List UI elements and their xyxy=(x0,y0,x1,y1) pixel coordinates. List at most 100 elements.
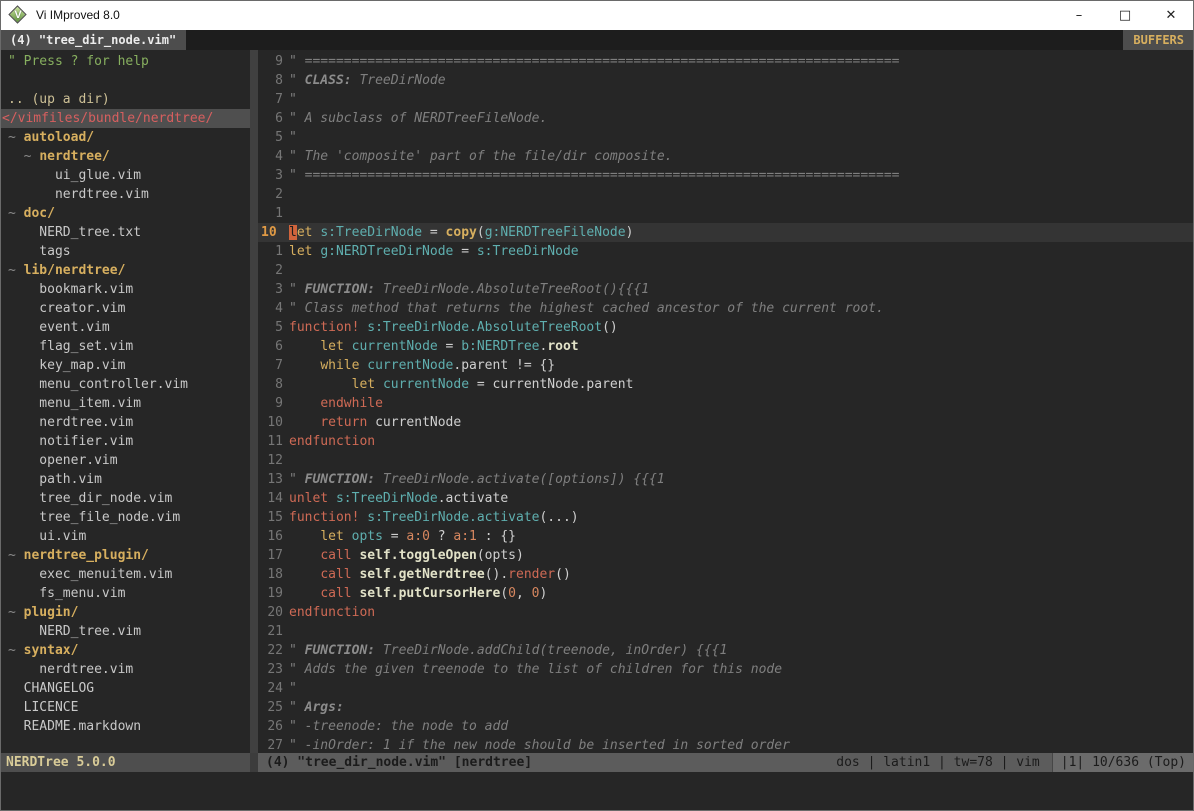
tree-file-path[interactable]: path.vim xyxy=(0,470,250,489)
code-line[interactable]: 2 xyxy=(258,185,1194,204)
code-line[interactable]: 24" xyxy=(258,679,1194,698)
line-text: call self.getNerdtree().render() xyxy=(289,565,571,584)
tree-dir-autoload-nerdtree[interactable]: ~ nerdtree/ xyxy=(0,147,250,166)
code-line[interactable]: 26" -treenode: the node to add xyxy=(258,717,1194,736)
code-line[interactable]: 27" -inOrder: 1 if the new node should b… xyxy=(258,736,1194,753)
text-segment xyxy=(8,149,24,164)
text-segment: ) xyxy=(626,225,634,240)
tree-help-line[interactable]: " Press ? for help xyxy=(0,52,250,71)
code-line[interactable]: 2 xyxy=(258,261,1194,280)
code-line[interactable]: 1let g:NERDTreeDirNode = s:TreeDirNode xyxy=(258,242,1194,261)
tree-file-licence[interactable]: LICENCE xyxy=(0,698,250,717)
text-segment: " ======================================… xyxy=(289,168,899,183)
code-line[interactable]: 5function! s:TreeDirNode.AbsoluteTreeRoo… xyxy=(258,318,1194,337)
line-text: " FUNCTION: TreeDirNode.AbsoluteTreeRoot… xyxy=(289,280,649,299)
tree-dir-autoload[interactable]: ~ autoload/ xyxy=(0,128,250,147)
text-segment: function! xyxy=(289,510,359,525)
code-line[interactable]: 9 endwhile xyxy=(258,394,1194,413)
tree-dir-doc[interactable]: ~ doc/ xyxy=(0,204,250,223)
code-line[interactable]: 9" =====================================… xyxy=(258,52,1194,71)
text-segment: autoload/ xyxy=(24,130,94,145)
tree-file-changelog[interactable]: CHANGELOG xyxy=(0,679,250,698)
tree-file-bookmark[interactable]: bookmark.vim xyxy=(0,280,250,299)
tree-file-tree-dir-node[interactable]: tree_dir_node.vim xyxy=(0,489,250,508)
tree-dir-plugin[interactable]: ~ plugin/ xyxy=(0,603,250,622)
code-line[interactable]: 13" FUNCTION: TreeDirNode.activate([opti… xyxy=(258,470,1194,489)
text-segment: 0 xyxy=(508,586,516,601)
tree-up-dir[interactable]: .. (up a dir) xyxy=(0,90,250,109)
line-text: let opts = a:0 ? a:1 : {} xyxy=(289,527,516,546)
text-segment: let xyxy=(352,377,375,392)
tree-file-ui-glue[interactable]: ui_glue.vim xyxy=(0,166,250,185)
code-line[interactable]: 22" FUNCTION: TreeDirNode.addChild(treen… xyxy=(258,641,1194,660)
tree-file-opener[interactable]: opener.vim xyxy=(0,451,250,470)
tree-file-syntax-nerdtree[interactable]: nerdtree.vim xyxy=(0,660,250,679)
tree-file-nerd-tree-txt[interactable]: NERD_tree.txt xyxy=(0,223,250,242)
line-number: 7 xyxy=(258,356,289,375)
code-line[interactable]: 6" A subclass of NERDTreeFileNode. xyxy=(258,109,1194,128)
text-segment: = xyxy=(438,339,461,354)
window-separator[interactable] xyxy=(250,50,258,753)
tree-root-path[interactable]: </vimfiles/bundle/nerdtree/ xyxy=(0,109,250,128)
line-number: 9 xyxy=(258,394,289,413)
tree-file-lib-nerdtree-vim[interactable]: nerdtree.vim xyxy=(0,413,250,432)
tree-file-event[interactable]: event.vim xyxy=(0,318,250,337)
code-line[interactable]: 19 call self.putCursorHere(0, 0) xyxy=(258,584,1194,603)
code-line[interactable]: 10 return currentNode xyxy=(258,413,1194,432)
tree-file-flag-set[interactable]: flag_set.vim xyxy=(0,337,250,356)
tree-file-key-map[interactable]: key_map.vim xyxy=(0,356,250,375)
tree-dir-nerdtree-plugin[interactable]: ~ nerdtree_plugin/ xyxy=(0,546,250,565)
code-line[interactable]: 8 let currentNode = currentNode.parent xyxy=(258,375,1194,394)
code-line[interactable]: 6 let currentNode = b:NERDTree.root xyxy=(258,337,1194,356)
code-line[interactable]: 7" xyxy=(258,90,1194,109)
code-line[interactable]: 21 xyxy=(258,622,1194,641)
code-line[interactable]: 14unlet s:TreeDirNode.activate xyxy=(258,489,1194,508)
tree-file-nerd-tree-vim[interactable]: NERD_tree.vim xyxy=(0,622,250,641)
text-segment: endfunction xyxy=(289,434,375,449)
code-line[interactable]: 8" CLASS: TreeDirNode xyxy=(258,71,1194,90)
line-text: " Class method that returns the highest … xyxy=(289,299,884,318)
code-line[interactable]: 4" Class method that returns the highest… xyxy=(258,299,1194,318)
code-line-current[interactable]: 10let s:TreeDirNode = copy(g:NERDTreeFil… xyxy=(258,223,1194,242)
text-segment: ~ xyxy=(24,149,40,164)
minimize-button[interactable]: – xyxy=(1056,0,1102,30)
code-line[interactable]: 16 let opts = a:0 ? a:1 : {} xyxy=(258,527,1194,546)
code-line[interactable]: 17 call self.toggleOpen(opts) xyxy=(258,546,1194,565)
tab-tree-dir-node[interactable]: (4) "tree_dir_node.vim" xyxy=(0,30,186,50)
tree-file-menu-controller[interactable]: menu_controller.vim xyxy=(0,375,250,394)
text-segment: nerdtree/ xyxy=(39,149,109,164)
tree-dir-lib-nerdtree[interactable]: ~ lib/nerdtree/ xyxy=(0,261,250,280)
text-segment: call xyxy=(320,567,351,582)
code-line[interactable]: 18 call self.getNerdtree().render() xyxy=(258,565,1194,584)
line-text: " ======================================… xyxy=(289,166,899,185)
command-line[interactable] xyxy=(0,772,1194,811)
tree-dir-syntax[interactable]: ~ syntax/ xyxy=(0,641,250,660)
line-number: 8 xyxy=(258,71,289,90)
code-line[interactable]: 12 xyxy=(258,451,1194,470)
code-line[interactable]: 20endfunction xyxy=(258,603,1194,622)
code-line[interactable]: 3" FUNCTION: TreeDirNode.AbsoluteTreeRoo… xyxy=(258,280,1194,299)
line-number: 5 xyxy=(258,318,289,337)
close-button[interactable]: ✕ xyxy=(1148,0,1194,30)
code-line[interactable]: 5" xyxy=(258,128,1194,147)
tree-file-exec-menuitem[interactable]: exec_menuitem.vim xyxy=(0,565,250,584)
maximize-button[interactable]: □ xyxy=(1102,0,1148,30)
code-line[interactable]: 7 while currentNode.parent != {} xyxy=(258,356,1194,375)
code-line[interactable]: 3" =====================================… xyxy=(258,166,1194,185)
code-line[interactable]: 25" Args: xyxy=(258,698,1194,717)
code-line[interactable]: 23" Adds the given treenode to the list … xyxy=(258,660,1194,679)
code-line[interactable]: 15function! s:TreeDirNode.activate(...) xyxy=(258,508,1194,527)
tree-file-notifier[interactable]: notifier.vim xyxy=(0,432,250,451)
tree-file-tree-file-node[interactable]: tree_file_node.vim xyxy=(0,508,250,527)
tree-file-ui[interactable]: ui.vim xyxy=(0,527,250,546)
tree-file-creator[interactable]: creator.vim xyxy=(0,299,250,318)
tree-file-autoload-nerdtree-vim[interactable]: nerdtree.vim xyxy=(0,185,250,204)
code-line[interactable]: 11endfunction xyxy=(258,432,1194,451)
tree-file-fs-menu[interactable]: fs_menu.vim xyxy=(0,584,250,603)
tree-file-tags[interactable]: tags xyxy=(0,242,250,261)
tree-file-readme[interactable]: README.markdown xyxy=(0,717,250,736)
code-line[interactable]: 1 xyxy=(258,204,1194,223)
code-line[interactable]: 4" The 'composite' part of the file/dir … xyxy=(258,147,1194,166)
tree-file-menu-item[interactable]: menu_item.vim xyxy=(0,394,250,413)
text-segment: nerdtree_plugin/ xyxy=(24,548,149,563)
